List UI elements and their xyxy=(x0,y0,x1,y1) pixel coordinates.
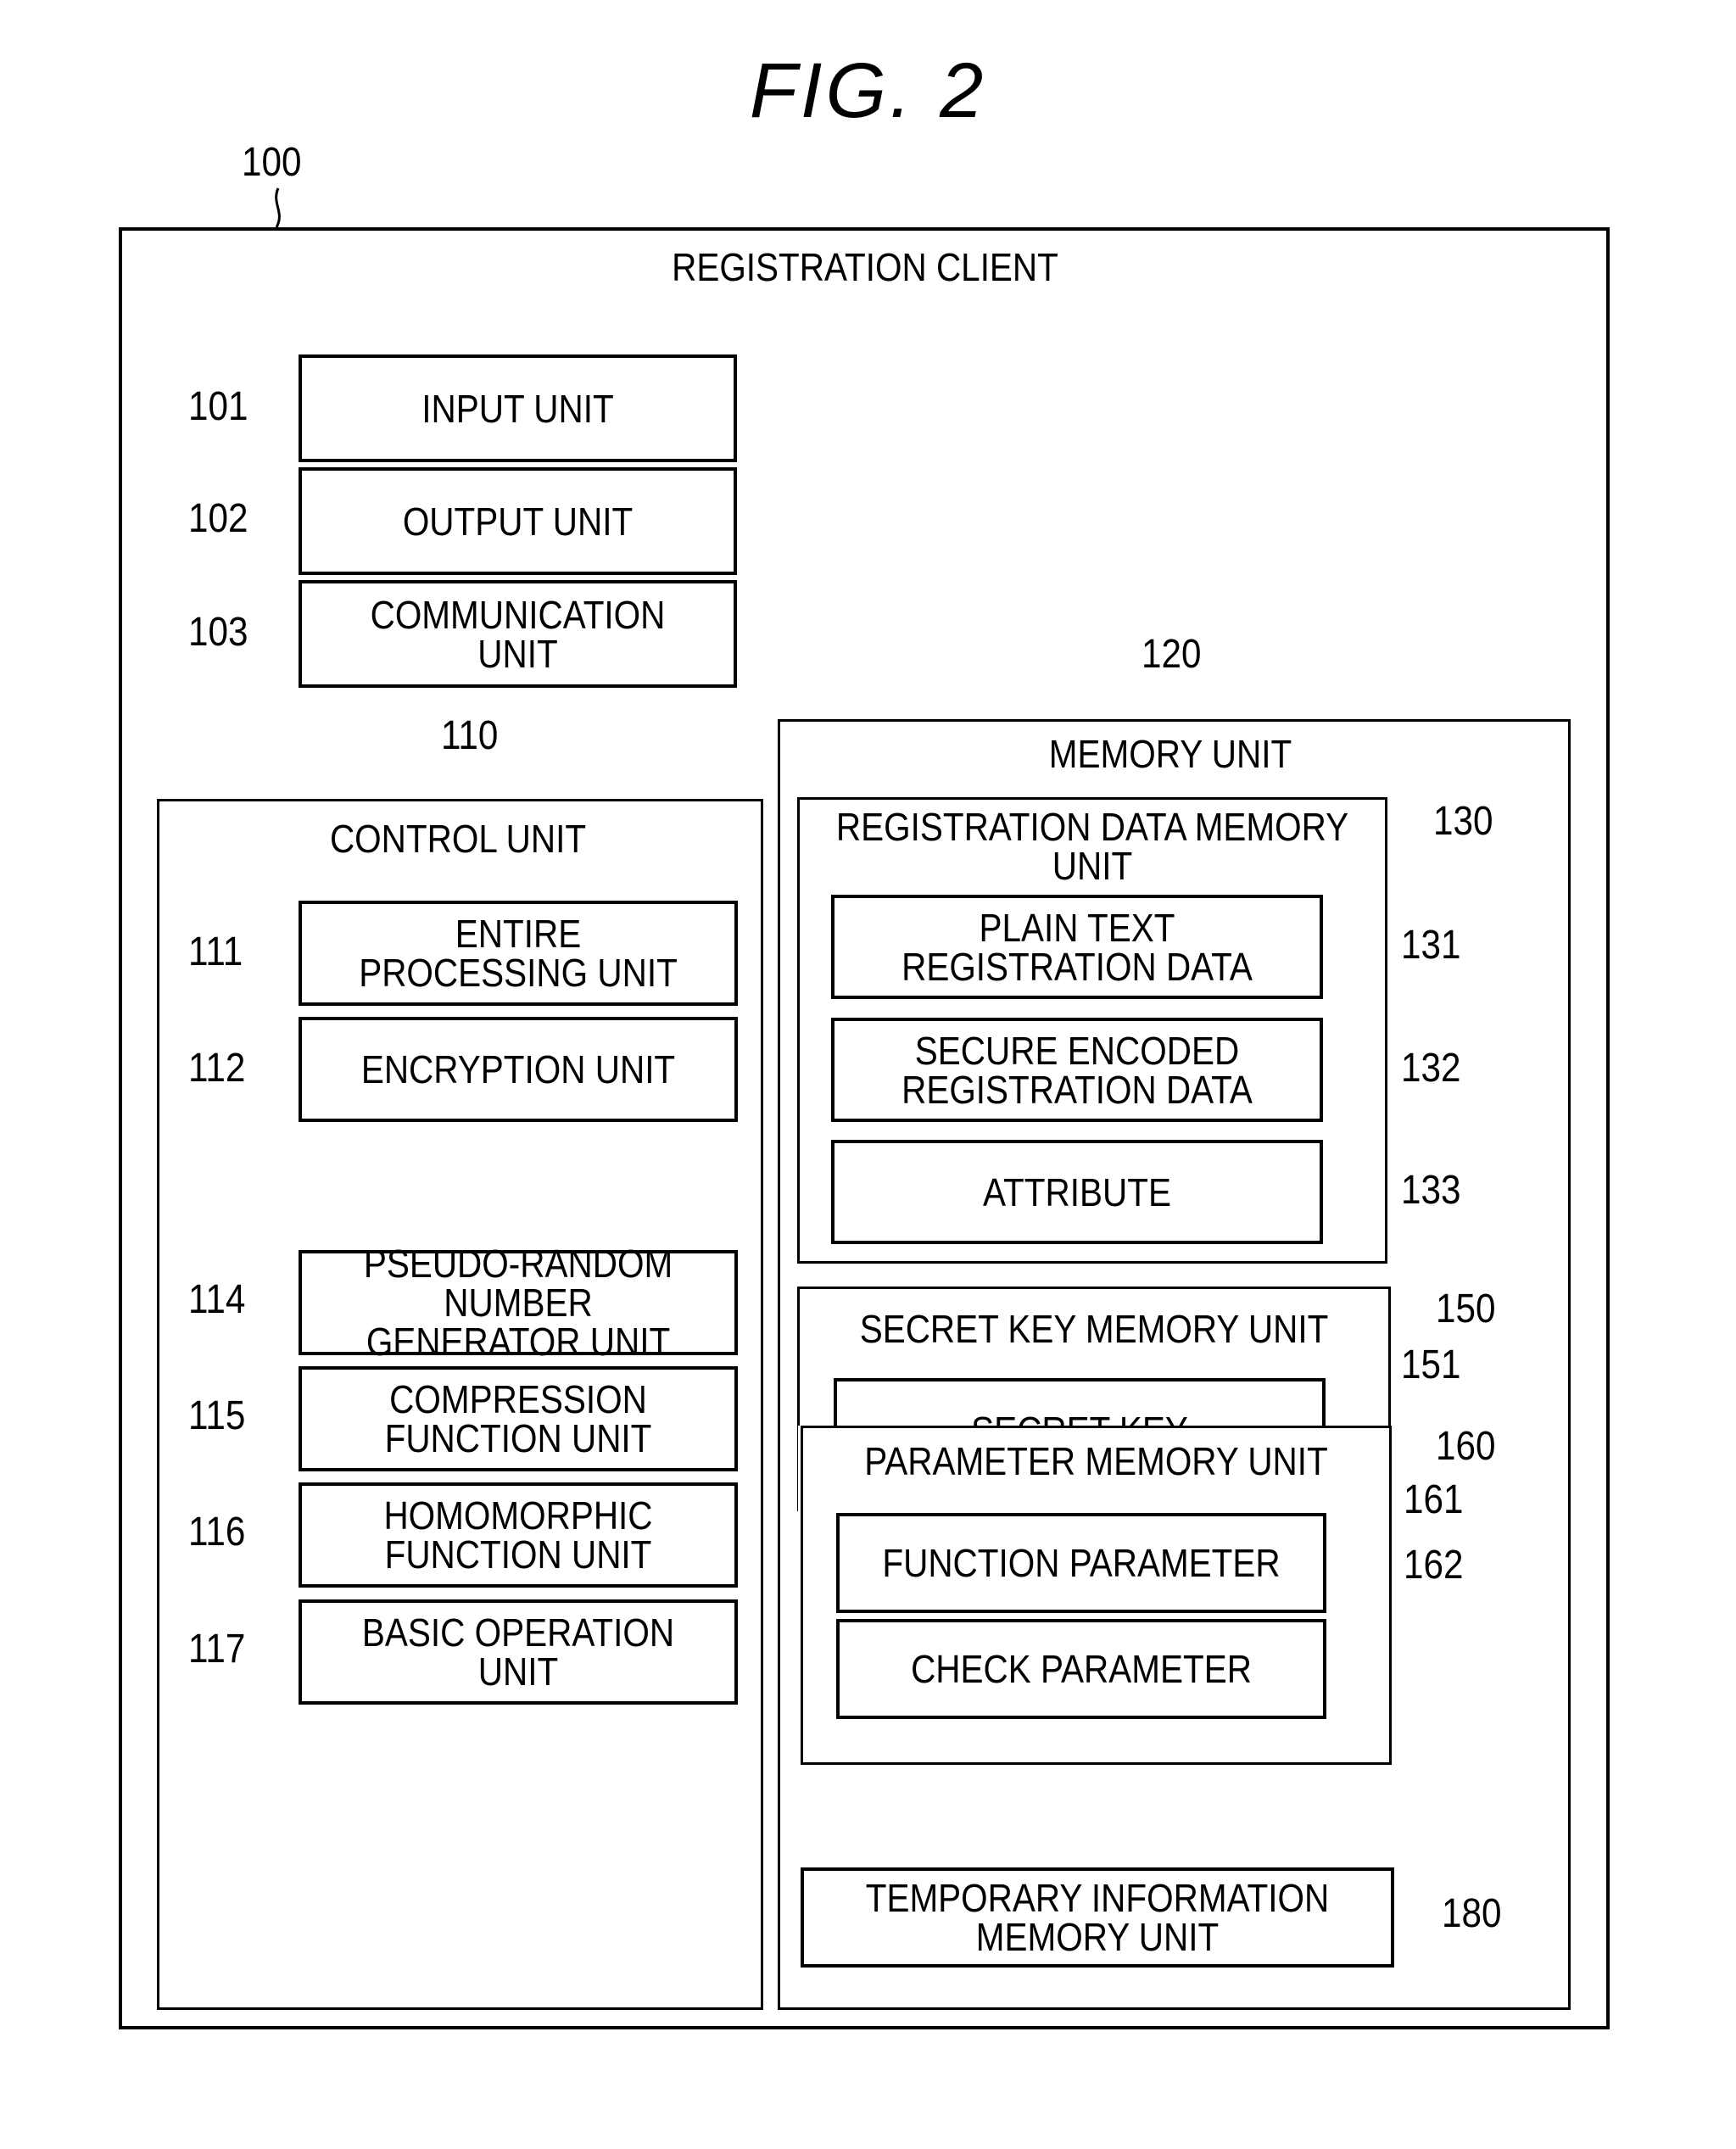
ref-114: 114 xyxy=(188,1277,246,1322)
ref-116: 116 xyxy=(188,1510,246,1555)
ref-112: 112 xyxy=(188,1046,246,1091)
temporary-information-memory-unit: TEMPORARY INFORMATION MEMORY UNIT xyxy=(801,1867,1394,1968)
ref-150: 150 xyxy=(1436,1287,1496,1331)
compression-function-unit-label: COMPRESSION FUNCTION UNIT xyxy=(384,1377,652,1460)
figure-title: FIG. 2 xyxy=(749,47,987,134)
parameter-memory-unit-title: PARAMETER MEMORY UNIT xyxy=(864,1439,1328,1483)
ref-117: 117 xyxy=(188,1627,246,1672)
pseudo-random-number-generator-unit-label: PSEUDO-RANDOM NUMBER GENERATOR UNIT xyxy=(363,1242,673,1364)
secure-encoded-registration-data: SECURE ENCODED REGISTRATION DATA xyxy=(831,1018,1323,1122)
secure-encoded-registration-data-label: SECURE ENCODED REGISTRATION DATA xyxy=(901,1028,1253,1112)
ref-111: 111 xyxy=(188,929,243,974)
attribute-label: ATTRIBUTE xyxy=(983,1169,1171,1214)
basic-operation-unit-label: BASIC OPERATION UNIT xyxy=(361,1610,675,1694)
temporary-information-memory-unit-label: TEMPORARY INFORMATION MEMORY UNIT xyxy=(865,1876,1330,1959)
entire-processing-unit-label: ENTIRE PROCESSING UNIT xyxy=(359,912,678,995)
homomorphic-function-unit: HOMOMORPHIC FUNCTION UNIT xyxy=(299,1482,738,1588)
plain-text-registration-data-label: PLAIN TEXT REGISTRATION DATA xyxy=(901,905,1253,989)
registration-data-memory-unit-title: REGISTRATION DATA MEMORY UNIT xyxy=(835,805,1349,888)
check-parameter: CHECK PARAMETER xyxy=(836,1619,1326,1719)
function-parameter: FUNCTION PARAMETER xyxy=(836,1513,1326,1613)
secret-key-memory-unit-title: SECRET KEY MEMORY UNIT xyxy=(859,1307,1329,1351)
memory-unit-title: MEMORY UNIT xyxy=(1048,732,1292,776)
ref-102: 102 xyxy=(188,496,248,541)
ref-110: 110 xyxy=(441,713,499,758)
ref-100: 100 xyxy=(242,140,302,185)
function-parameter-label: FUNCTION PARAMETER xyxy=(882,1541,1281,1585)
compression-function-unit: COMPRESSION FUNCTION UNIT xyxy=(299,1366,738,1471)
control-unit-title: CONTROL UNIT xyxy=(329,817,587,861)
attribute: ATTRIBUTE xyxy=(831,1140,1323,1244)
plain-text-registration-data: PLAIN TEXT REGISTRATION DATA xyxy=(831,895,1323,999)
ref-130: 130 xyxy=(1433,799,1493,844)
leader-100 xyxy=(275,187,281,228)
ref-131: 131 xyxy=(1401,923,1461,968)
communication-unit: COMMUNICATION UNIT xyxy=(299,580,737,688)
ref-161: 161 xyxy=(1404,1477,1464,1522)
input-unit-label: INPUT UNIT xyxy=(421,386,614,431)
pseudo-random-number-generator-unit: PSEUDO-RANDOM NUMBER GENERATOR UNIT xyxy=(299,1244,738,1361)
input-unit: INPUT UNIT xyxy=(299,354,737,462)
ref-132: 132 xyxy=(1401,1046,1461,1091)
communication-unit-label: COMMUNICATION UNIT xyxy=(370,592,666,676)
ref-162: 162 xyxy=(1404,1543,1464,1588)
ref-180: 180 xyxy=(1442,1891,1502,1936)
ref-151: 151 xyxy=(1401,1342,1461,1387)
ref-103: 103 xyxy=(188,610,248,655)
registration-client-title: REGISTRATION CLIENT xyxy=(672,245,1058,289)
ref-115: 115 xyxy=(188,1393,246,1438)
ref-160: 160 xyxy=(1436,1424,1496,1469)
ref-133: 133 xyxy=(1401,1168,1461,1213)
entire-processing-unit: ENTIRE PROCESSING UNIT xyxy=(299,901,738,1006)
ref-120: 120 xyxy=(1142,632,1202,677)
homomorphic-function-unit-label: HOMOMORPHIC FUNCTION UNIT xyxy=(383,1493,653,1577)
basic-operation-unit: BASIC OPERATION UNIT xyxy=(299,1599,738,1705)
output-unit: OUTPUT UNIT xyxy=(299,467,737,575)
output-unit-label: OUTPUT UNIT xyxy=(402,499,634,544)
encryption-unit-label: ENCRYPTION UNIT xyxy=(360,1047,676,1091)
encryption-unit: ENCRYPTION UNIT xyxy=(299,1017,738,1122)
check-parameter-label: CHECK PARAMETER xyxy=(911,1647,1252,1691)
ref-101: 101 xyxy=(188,384,248,429)
